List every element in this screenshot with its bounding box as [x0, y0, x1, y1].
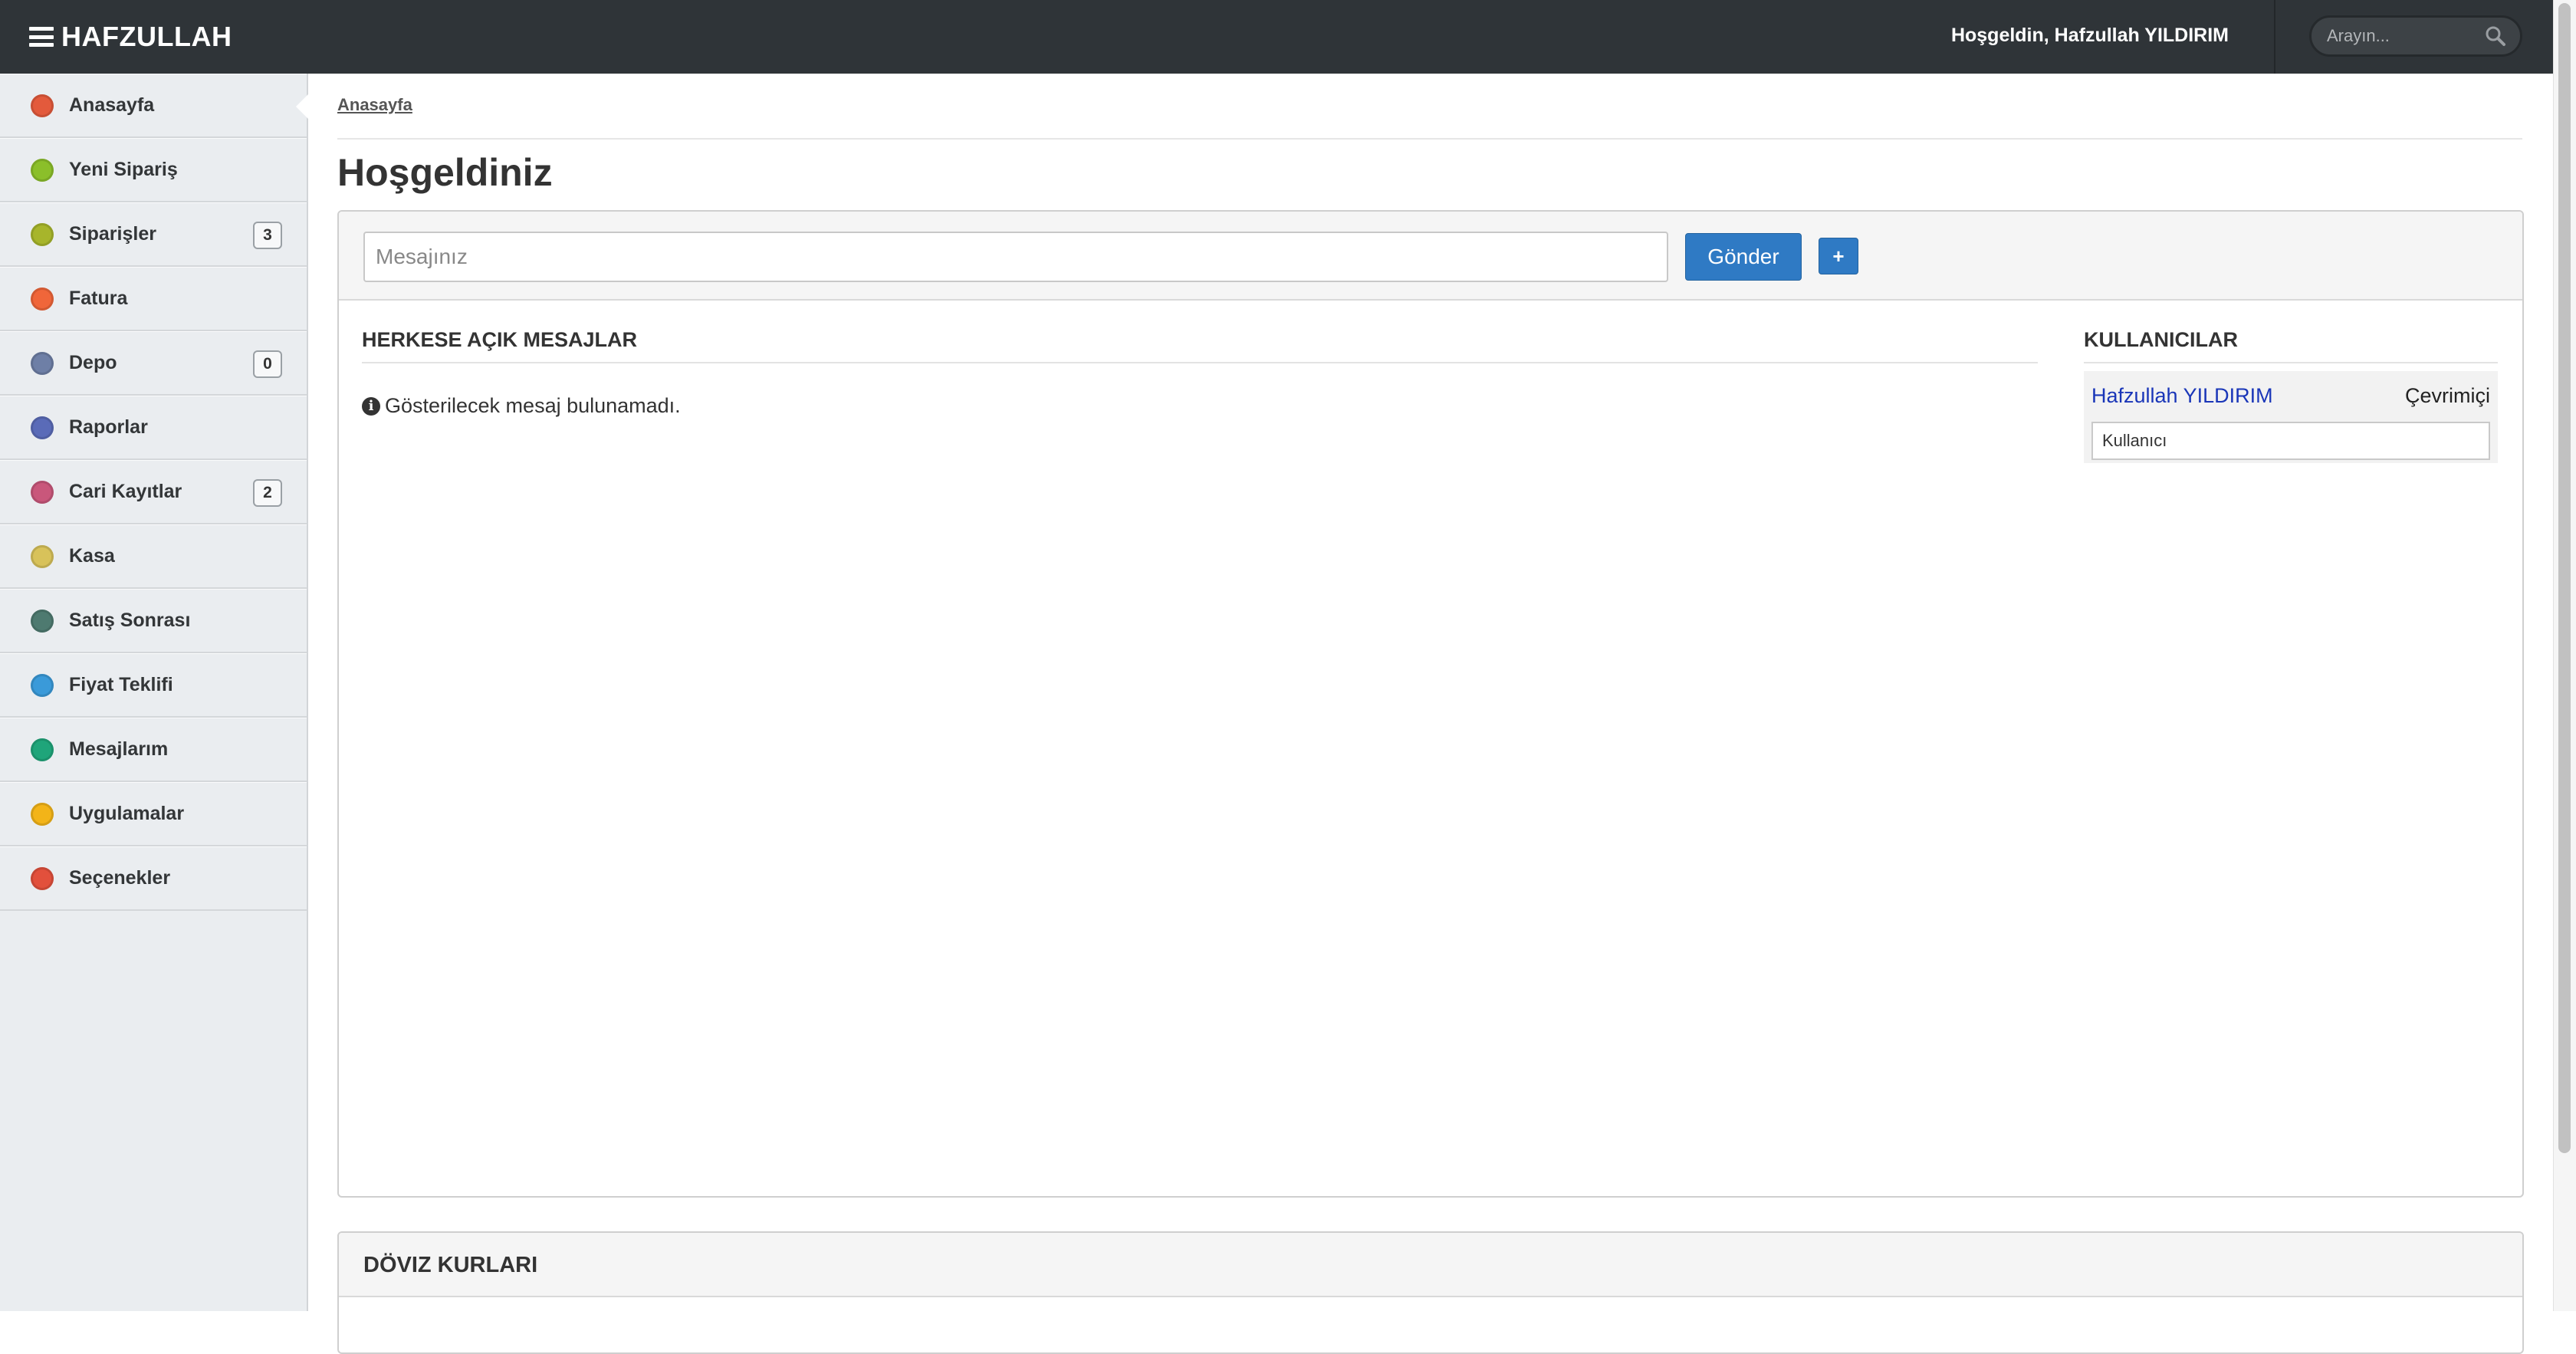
- sidebar-item-messages[interactable]: Mesajlarım: [0, 718, 307, 782]
- user-filter-input[interactable]: [2091, 422, 2490, 460]
- welcome-text: Hoşgeldin, Hafzullah YILDIRIM: [1950, 25, 2229, 46]
- currency-title: DÖVIZ KURLARI: [339, 1233, 2522, 1297]
- count-badge: 2: [253, 479, 282, 507]
- sidebar-item-label: Anasayfa: [69, 94, 155, 116]
- brand[interactable]: HAFZULLAH: [29, 18, 232, 55]
- count-badge: 0: [253, 350, 282, 378]
- sidebar-item-label: Siparişler: [69, 223, 156, 245]
- search-box[interactable]: [2309, 15, 2522, 57]
- new-order-icon: [31, 158, 54, 182]
- currency-panel: DÖVIZ KURLARI: [337, 1231, 2524, 1354]
- apps-icon: [31, 802, 54, 826]
- search-icon[interactable]: [2485, 25, 2506, 47]
- sidebar-item-label: Uygulamalar: [69, 803, 185, 824]
- sidebar-item-label: Yeni Sipariş: [69, 159, 178, 180]
- public-messages-title: HERKESE AÇIK MESAJLAR: [362, 328, 638, 351]
- messages-panel: Gönder + HERKESE AÇIK MESAJLAR i Gösteri…: [337, 210, 2524, 1198]
- page-scrollbar[interactable]: [2553, 0, 2576, 1311]
- sidebar-item-label: Seçenekler: [69, 867, 171, 889]
- sidebar-item-apps[interactable]: Uygulamalar: [0, 782, 307, 846]
- orders-icon: [31, 222, 54, 246]
- sidebar-item-home[interactable]: Anasayfa: [0, 74, 308, 138]
- sidebar-item-orders[interactable]: Siparişler 3: [0, 202, 307, 267]
- user-status: Çevrimiçi: [2405, 383, 2490, 407]
- sidebar-item-label: Cari Kayıtlar: [69, 481, 182, 502]
- users-divider: [2084, 362, 2498, 363]
- brand-name: HAFZULLAH: [61, 21, 232, 52]
- breadcrumb[interactable]: Anasayfa: [337, 95, 412, 115]
- count-badge: 3: [253, 222, 282, 249]
- sidebar-item-label: Fatura: [69, 288, 128, 309]
- sidebar-item-warehouse[interactable]: Depo 0: [0, 331, 307, 396]
- message-compose-bar: Gönder +: [339, 212, 2522, 301]
- message-input[interactable]: [363, 232, 1668, 282]
- cashbox-icon: [31, 544, 54, 568]
- sidebar-item-price-offer[interactable]: Fiyat Teklifi: [0, 653, 307, 718]
- warehouse-icon: [31, 351, 54, 375]
- after-sales-icon: [31, 609, 54, 633]
- main-content: Anasayfa Hoşgeldiniz Gönder + HERKESE AÇ…: [308, 74, 2553, 1354]
- reports-icon: [31, 416, 54, 439]
- menu-icon[interactable]: [29, 27, 54, 47]
- options-icon: [31, 866, 54, 890]
- sidebar-item-new-order[interactable]: Yeni Sipariş: [0, 138, 307, 202]
- sidebar-item-label: Fiyat Teklifi: [69, 674, 173, 695]
- sidebar-item-label: Satış Sonrası: [69, 610, 191, 631]
- page-title: Hoşgeldiniz: [337, 151, 553, 194]
- sidebar-item-after-sales[interactable]: Satış Sonrası: [0, 589, 307, 653]
- empty-messages-notice: i Gösterilecek mesaj bulunamadı.: [362, 394, 681, 418]
- users-list: Hafzullah YILDIRIM Çevrimiçi: [2084, 371, 2498, 463]
- sidebar-nav: Anasayfa Yeni Sipariş Siparişler 3 Fatura Dep…: [0, 74, 308, 911]
- sidebar-item-label: Raporlar: [69, 416, 148, 438]
- sidebar-item-label: Mesajlarım: [69, 738, 169, 760]
- breadcrumb-divider: [337, 138, 2522, 140]
- public-messages-divider: [362, 362, 2038, 363]
- empty-messages-text: Gösterilecek mesaj bulunamadı.: [385, 394, 681, 417]
- add-button[interactable]: +: [1819, 238, 1858, 274]
- user-name-link[interactable]: Hafzullah YILDIRIM: [2091, 384, 2273, 408]
- home-icon: [31, 94, 54, 117]
- send-button[interactable]: Gönder: [1685, 233, 1802, 281]
- topbar-divider: [2274, 0, 2275, 74]
- sidebar-item-label: Kasa: [69, 545, 115, 567]
- sidebar-item-invoice[interactable]: Fatura: [0, 267, 307, 331]
- top-bar: HAFZULLAH Hoşgeldin, Hafzullah YILDIRIM: [0, 0, 2553, 74]
- sidebar-item-options[interactable]: Seçenekler: [0, 846, 307, 911]
- accounts-icon: [31, 480, 54, 504]
- sidebar-item-cashbox[interactable]: Kasa: [0, 524, 307, 589]
- scrollbar-thumb[interactable]: [2558, 3, 2571, 1153]
- sidebar-item-accounts[interactable]: Cari Kayıtlar 2: [0, 460, 307, 524]
- search-input[interactable]: [2325, 25, 2485, 47]
- invoice-icon: [31, 287, 54, 311]
- sidebar-item-reports[interactable]: Raporlar: [0, 396, 307, 460]
- messages-icon: [31, 738, 54, 761]
- price-offer-icon: [31, 673, 54, 697]
- user-row: Hafzullah YILDIRIM Çevrimiçi: [2091, 379, 2490, 412]
- users-title: KULLANICILAR: [2084, 328, 2238, 351]
- sidebar: Anasayfa Yeni Sipariş Siparişler 3 Fatura Dep…: [0, 74, 308, 1311]
- sidebar-item-label: Depo: [69, 352, 117, 373]
- info-icon: i: [362, 396, 380, 416]
